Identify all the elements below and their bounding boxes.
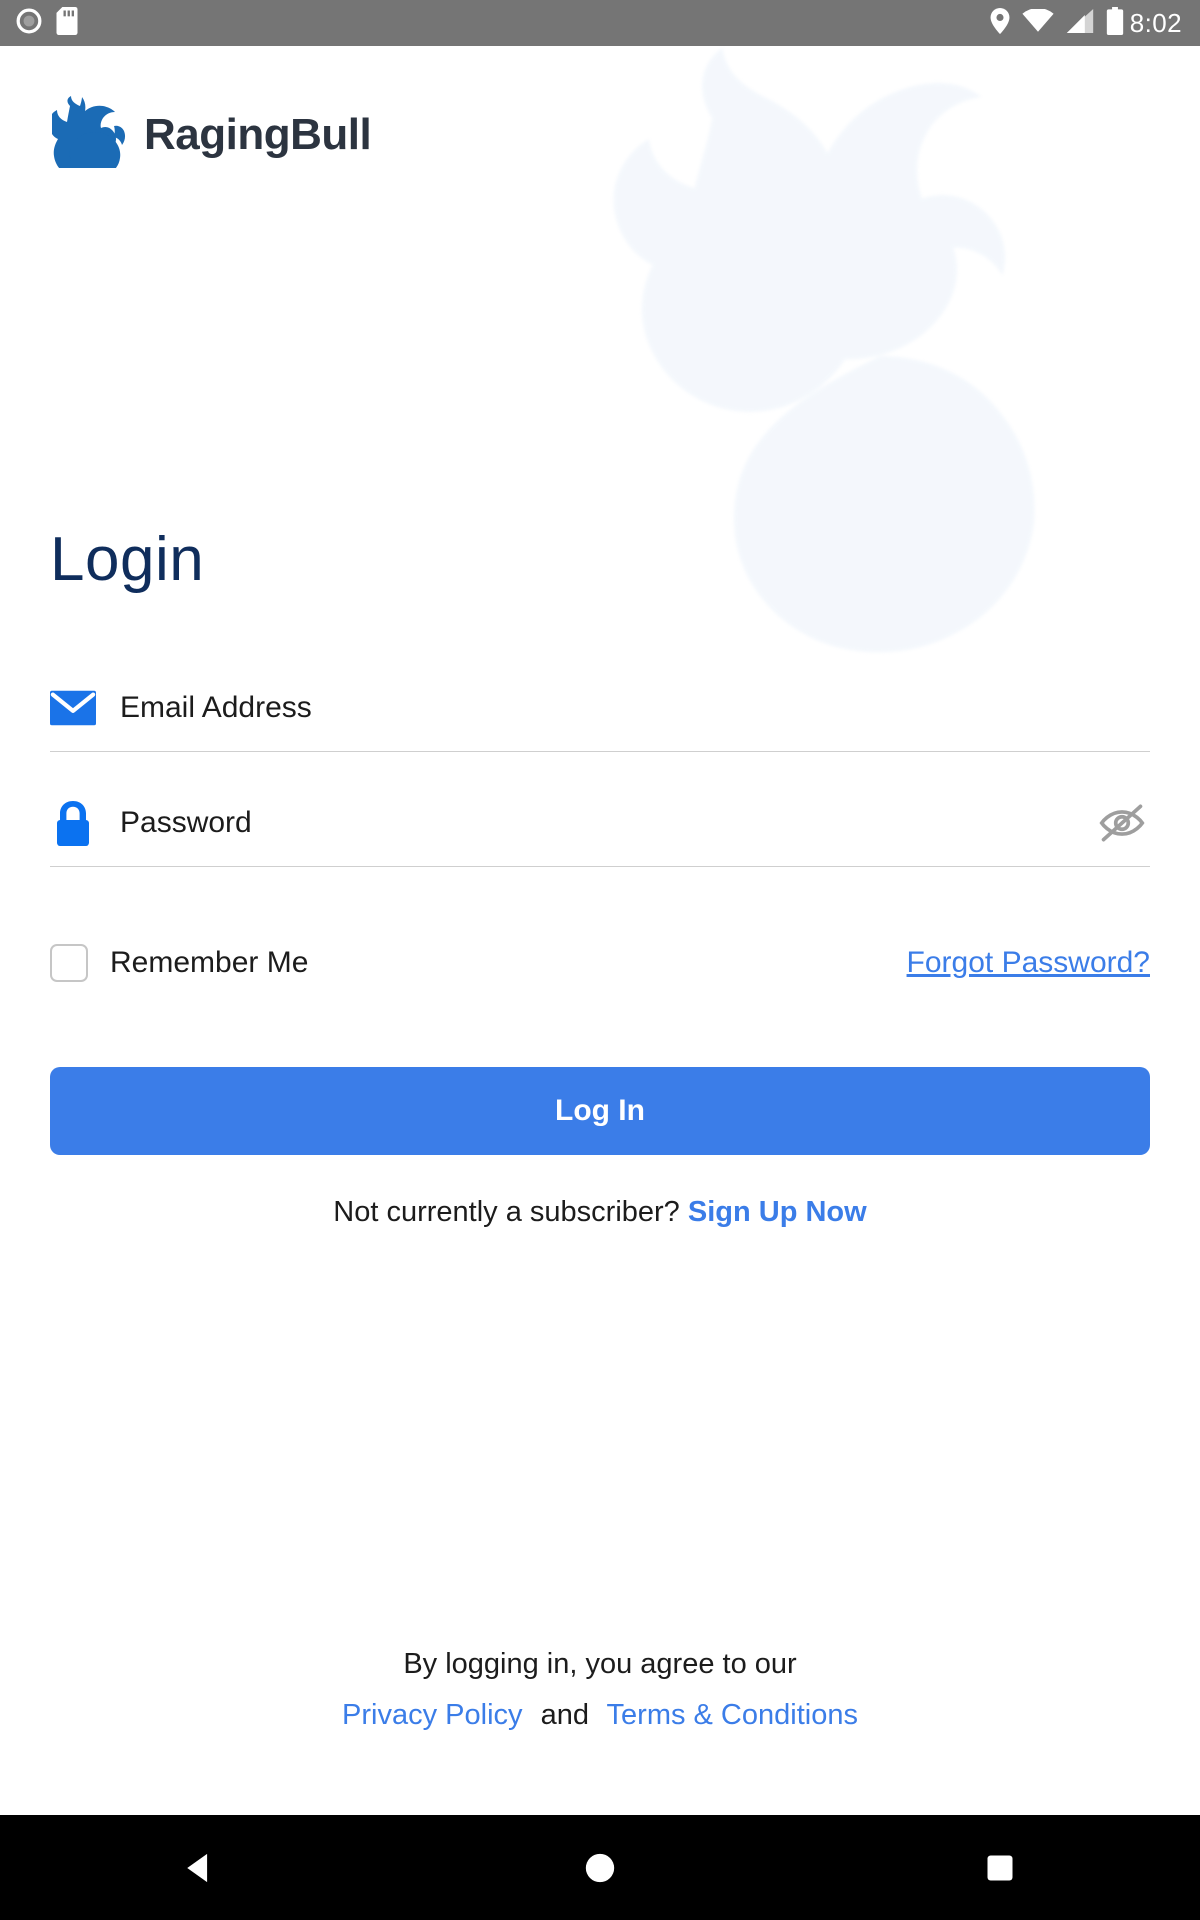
envelope-icon [50,690,96,726]
battery-icon [1106,6,1124,40]
android-nav-bar [0,1815,1200,1920]
brand-logo: RagingBull [48,96,372,178]
home-circle-icon[interactable] [540,1815,660,1920]
cellular-signal-icon [1066,8,1094,38]
bull-watermark [520,20,1200,720]
status-bar-clock: 8:02 [1129,7,1182,38]
conjunction-text: and [540,1699,589,1731]
bull-logo-icon [48,96,130,178]
password-field-row[interactable]: Password [50,779,1150,867]
signup-prompt-text: Not currently a subscriber? [333,1196,680,1228]
eye-off-icon[interactable] [1094,802,1150,844]
status-bar-left-icons [16,6,78,40]
location-pin-icon [990,7,1010,39]
status-bar-right-icons [990,6,1124,40]
wifi-icon [1022,7,1054,38]
record-circle-icon [16,8,42,39]
brand-wordmark: RagingBull [144,109,372,159]
forgot-password-link[interactable]: Forgot Password? [907,946,1150,980]
remember-forgot-row: Remember Me Forgot Password? [50,944,1150,982]
remember-me-label: Remember Me [110,946,309,979]
password-input[interactable]: Password [120,806,1094,840]
terms-conditions-link[interactable]: Terms & Conditions [607,1699,858,1731]
page-title: Login [50,525,205,594]
sign-up-now-link[interactable]: Sign Up Now [688,1196,867,1228]
lock-icon [50,799,96,847]
email-input[interactable]: Email Address [120,691,1150,725]
privacy-policy-link[interactable]: Privacy Policy [342,1699,523,1731]
login-button[interactable]: Log In [50,1067,1150,1155]
signup-prompt-row: Not currently a subscriber? Sign Up Now [0,1196,1200,1229]
login-screen: 8:02 RagingBull Login Email Address Pass… [0,0,1200,1920]
sd-card-icon [56,6,78,40]
remember-me-checkbox[interactable] [50,944,88,982]
legal-footer: By logging in, you agree to our Privacy … [0,1648,1200,1732]
back-triangle-icon[interactable] [140,1815,260,1920]
recents-square-icon[interactable] [940,1815,1060,1920]
agreement-text: By logging in, you agree to our [403,1648,797,1680]
status-bar: 8:02 [0,0,1200,46]
legal-links-row: Privacy Policy and Terms & Conditions [0,1699,1200,1732]
email-field-row[interactable]: Email Address [50,664,1150,752]
